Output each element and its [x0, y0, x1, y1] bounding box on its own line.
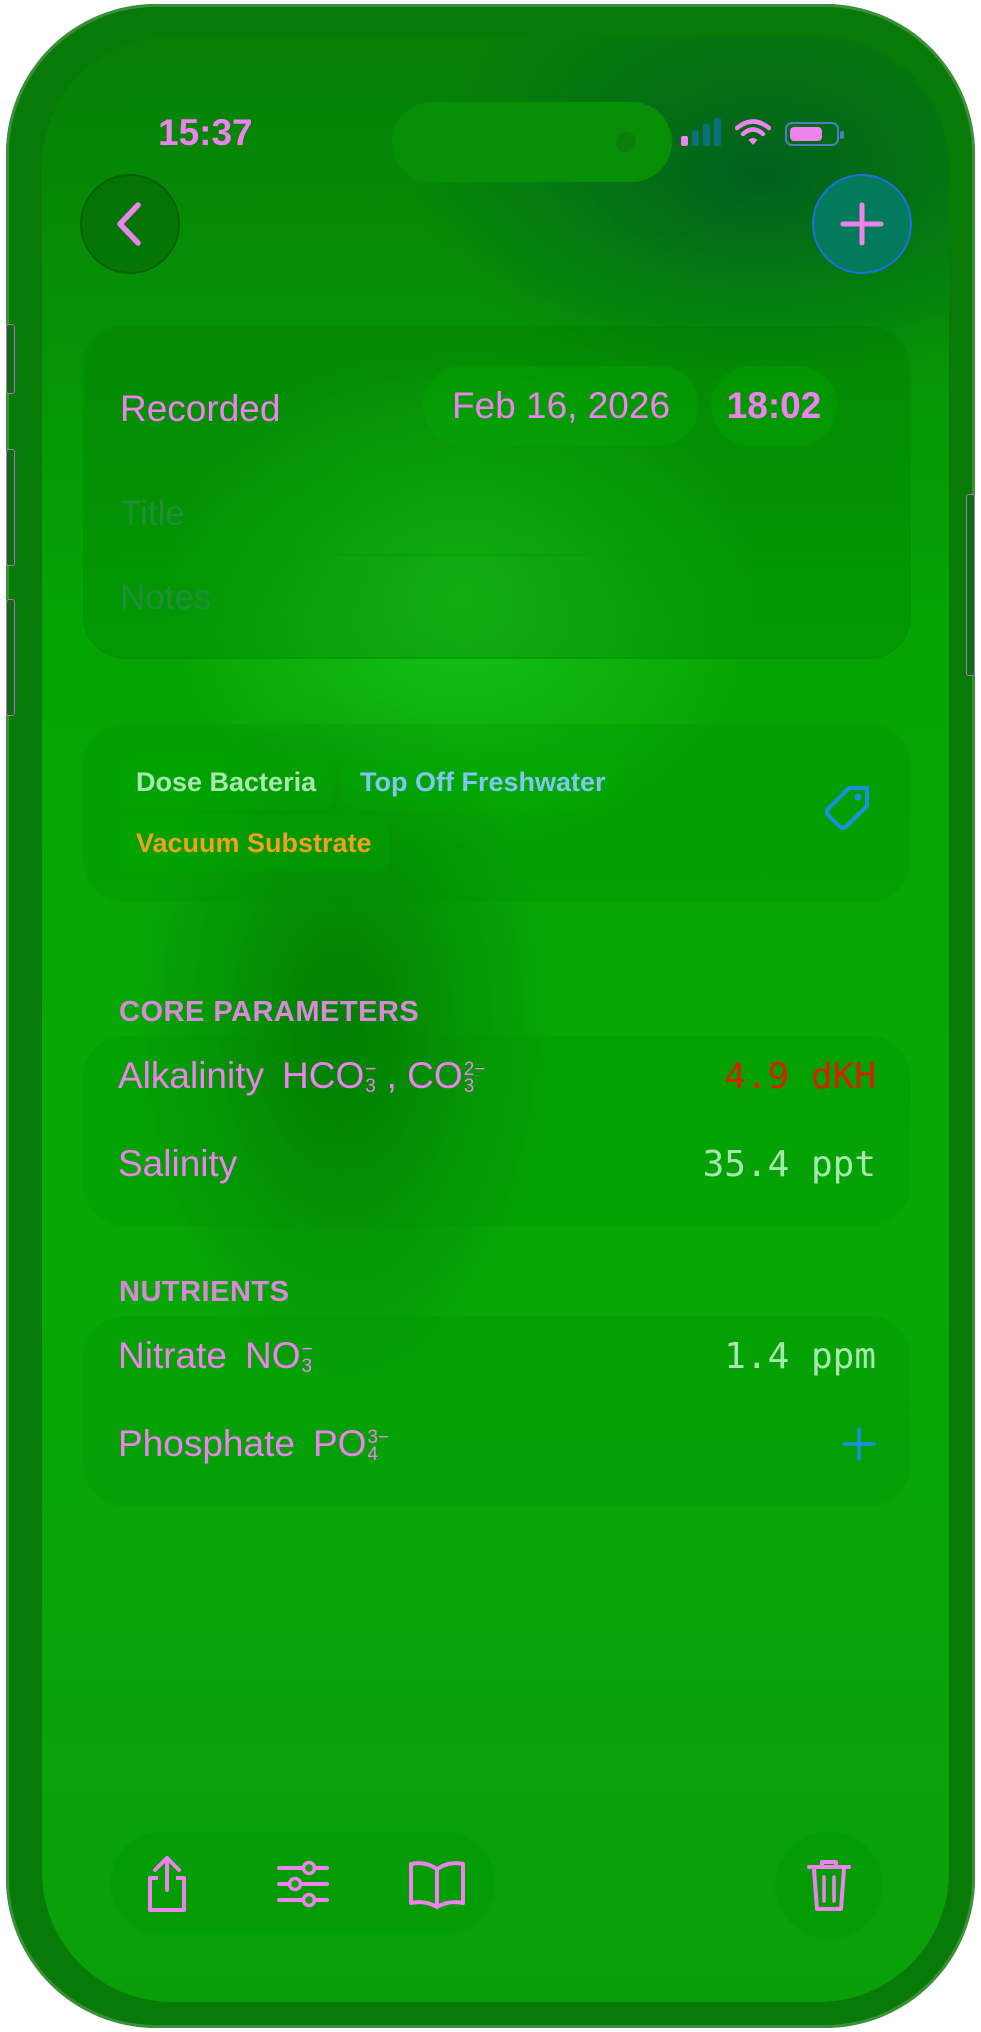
- wifi-icon: [735, 119, 771, 145]
- share-button[interactable]: [135, 1852, 199, 1916]
- action-button: [6, 324, 15, 394]
- share-icon: [148, 1856, 186, 1912]
- parameter-name: Phosphate: [118, 1423, 295, 1464]
- parameter-name: Alkalinity: [118, 1055, 264, 1096]
- parameter-formula: NO −3: [244, 1335, 313, 1378]
- volume-down-button: [6, 599, 15, 716]
- dynamic-island: [392, 102, 672, 182]
- tags-card[interactable]: Dose Bacteria Top Off Freshwater Vacuum …: [83, 724, 911, 902]
- trash-icon: [807, 1860, 851, 1911]
- add-button[interactable]: [812, 174, 912, 274]
- tag-chip: Vacuum Substrate: [118, 815, 390, 871]
- volume-up-button: [6, 449, 15, 566]
- nutrients-card: Nitrate NO −3 1.4 ppm Phosphate PO 3− 4: [83, 1316, 911, 1506]
- tag-chip: Top Off Freshwater: [342, 754, 624, 810]
- plus-icon: [840, 202, 884, 246]
- bottom-toolbar: [109, 1830, 496, 1936]
- tag-icon[interactable]: [823, 784, 873, 834]
- screen: 15:37 Recorded Feb 16, 2026 18:02 Title …: [42, 36, 949, 2002]
- camera-dot: [616, 132, 636, 152]
- record-card: Recorded Feb 16, 2026 18:02 Title Notes: [83, 324, 911, 659]
- parameter-name: Nitrate: [118, 1335, 227, 1376]
- delete-button[interactable]: [774, 1830, 884, 1940]
- phone-frame: 15:37 Recorded Feb 16, 2026 18:02 Title …: [6, 4, 975, 2028]
- parameter-value: 4.9 dKH: [724, 1055, 876, 1097]
- side-button: [966, 494, 975, 676]
- battery-level: [790, 127, 822, 141]
- parameter-formula: HCO −3 , CO 2− 3: [282, 1055, 486, 1098]
- title-field[interactable]: Title: [120, 494, 185, 534]
- status-icons: [681, 118, 844, 146]
- field-divider: [120, 554, 909, 556]
- parameter-row-phosphate[interactable]: Phosphate PO 3− 4: [118, 1404, 876, 1484]
- guide-button[interactable]: [405, 1852, 469, 1916]
- parameter-value: 1.4 ppm: [724, 1335, 876, 1377]
- parameter-row-alkalinity[interactable]: Alkalinity HCO −3 , CO 2− 3 4.9 dKH: [118, 1036, 876, 1116]
- book-icon: [409, 1861, 465, 1909]
- parameter-row-salinity[interactable]: Salinity 35.4 ppt: [118, 1124, 876, 1204]
- section-header-nutrients: NUTRIENTS: [119, 1276, 290, 1308]
- battery-icon: [785, 122, 844, 146]
- parameter-name: Salinity: [118, 1143, 238, 1184]
- chevron-left-icon: [117, 202, 141, 246]
- adjust-button[interactable]: [271, 1852, 335, 1916]
- parameter-formula: PO 3− 4: [312, 1423, 390, 1466]
- section-header-core: CORE PARAMETERS: [119, 996, 420, 1028]
- core-parameters-card: Alkalinity HCO −3 , CO 2− 3 4.9 dKH Salinit…: [83, 1036, 911, 1226]
- parameter-row-nitrate[interactable]: Nitrate NO −3 1.4 ppm: [118, 1316, 876, 1396]
- tag-chip: Dose Bacteria: [118, 754, 335, 810]
- parameter-value: 35.4 ppt: [702, 1143, 876, 1185]
- notes-field[interactable]: Notes: [120, 578, 211, 618]
- plus-icon[interactable]: [842, 1427, 876, 1461]
- signal-icon: [681, 118, 721, 146]
- recorded-label: Recorded: [120, 388, 281, 429]
- sliders-icon: [277, 1860, 329, 1908]
- status-time: 15:37: [158, 112, 253, 153]
- date-picker[interactable]: Feb 16, 2026: [423, 366, 699, 446]
- back-button[interactable]: [80, 174, 180, 274]
- time-picker[interactable]: 18:02: [711, 366, 837, 446]
